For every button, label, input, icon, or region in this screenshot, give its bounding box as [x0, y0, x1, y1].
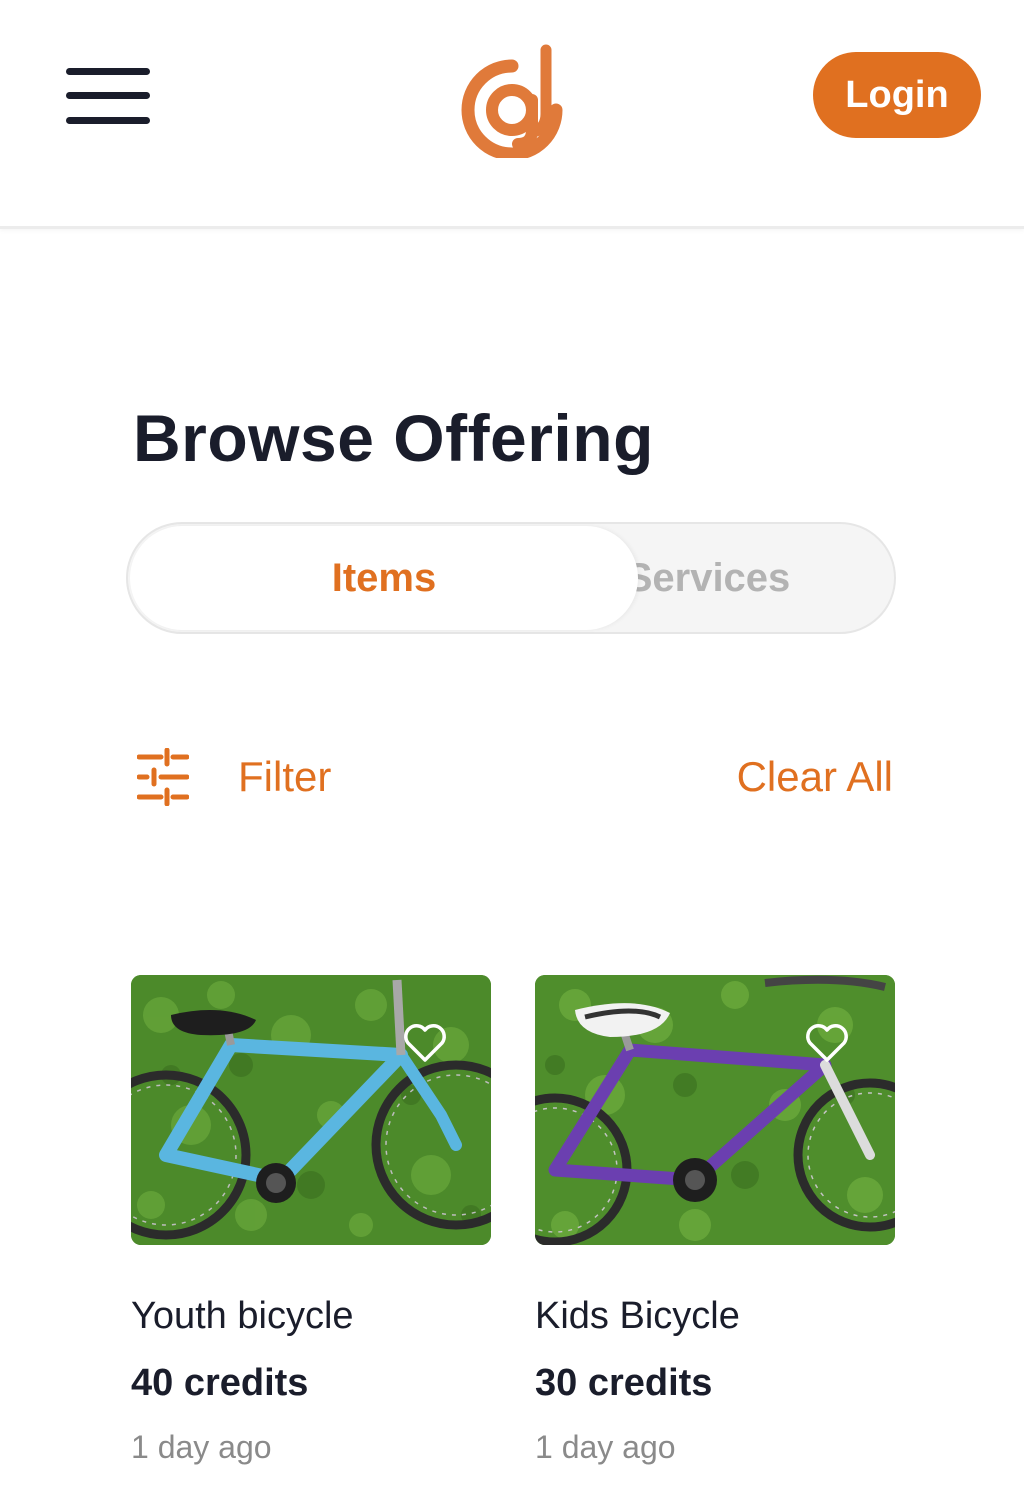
heart-icon[interactable] — [403, 1023, 447, 1063]
heart-icon[interactable] — [805, 1023, 849, 1063]
app-header: Login — [0, 0, 1024, 229]
clear-all-button[interactable]: Clear All — [737, 753, 893, 801]
page-title: Browse Offering — [133, 401, 654, 475]
login-button[interactable]: Login — [813, 52, 981, 138]
listing-price: 30 credits — [535, 1362, 713, 1404]
listing-price: 40 credits — [131, 1362, 309, 1404]
brand-logo[interactable] — [460, 44, 564, 158]
kids-bicycle-photo — [535, 975, 895, 1245]
hamburger-menu-icon[interactable] — [66, 66, 150, 128]
filter-button[interactable]: Filter — [238, 753, 331, 801]
sliders-icon[interactable] — [137, 748, 189, 806]
tab-items[interactable]: Items — [130, 526, 638, 630]
listing-photo[interactable] — [131, 975, 491, 1245]
listing-card[interactable]: Youth bicycle 40 credits 1 day ago — [131, 975, 491, 1466]
youth-bicycle-photo — [131, 975, 491, 1245]
filter-bar: Filter Clear All — [133, 745, 893, 815]
listing-photo[interactable] — [535, 975, 895, 1245]
listing-card[interactable]: Kids Bicycle 30 credits 1 day ago — [535, 975, 895, 1466]
listing-posted-time: 1 day ago — [131, 1429, 272, 1465]
listing-posted-time: 1 day ago — [535, 1429, 676, 1465]
offering-type-toggle: Services Items — [126, 522, 896, 634]
listing-title[interactable]: Youth bicycle — [131, 1295, 491, 1338]
listing-title[interactable]: Kids Bicycle — [535, 1295, 895, 1338]
